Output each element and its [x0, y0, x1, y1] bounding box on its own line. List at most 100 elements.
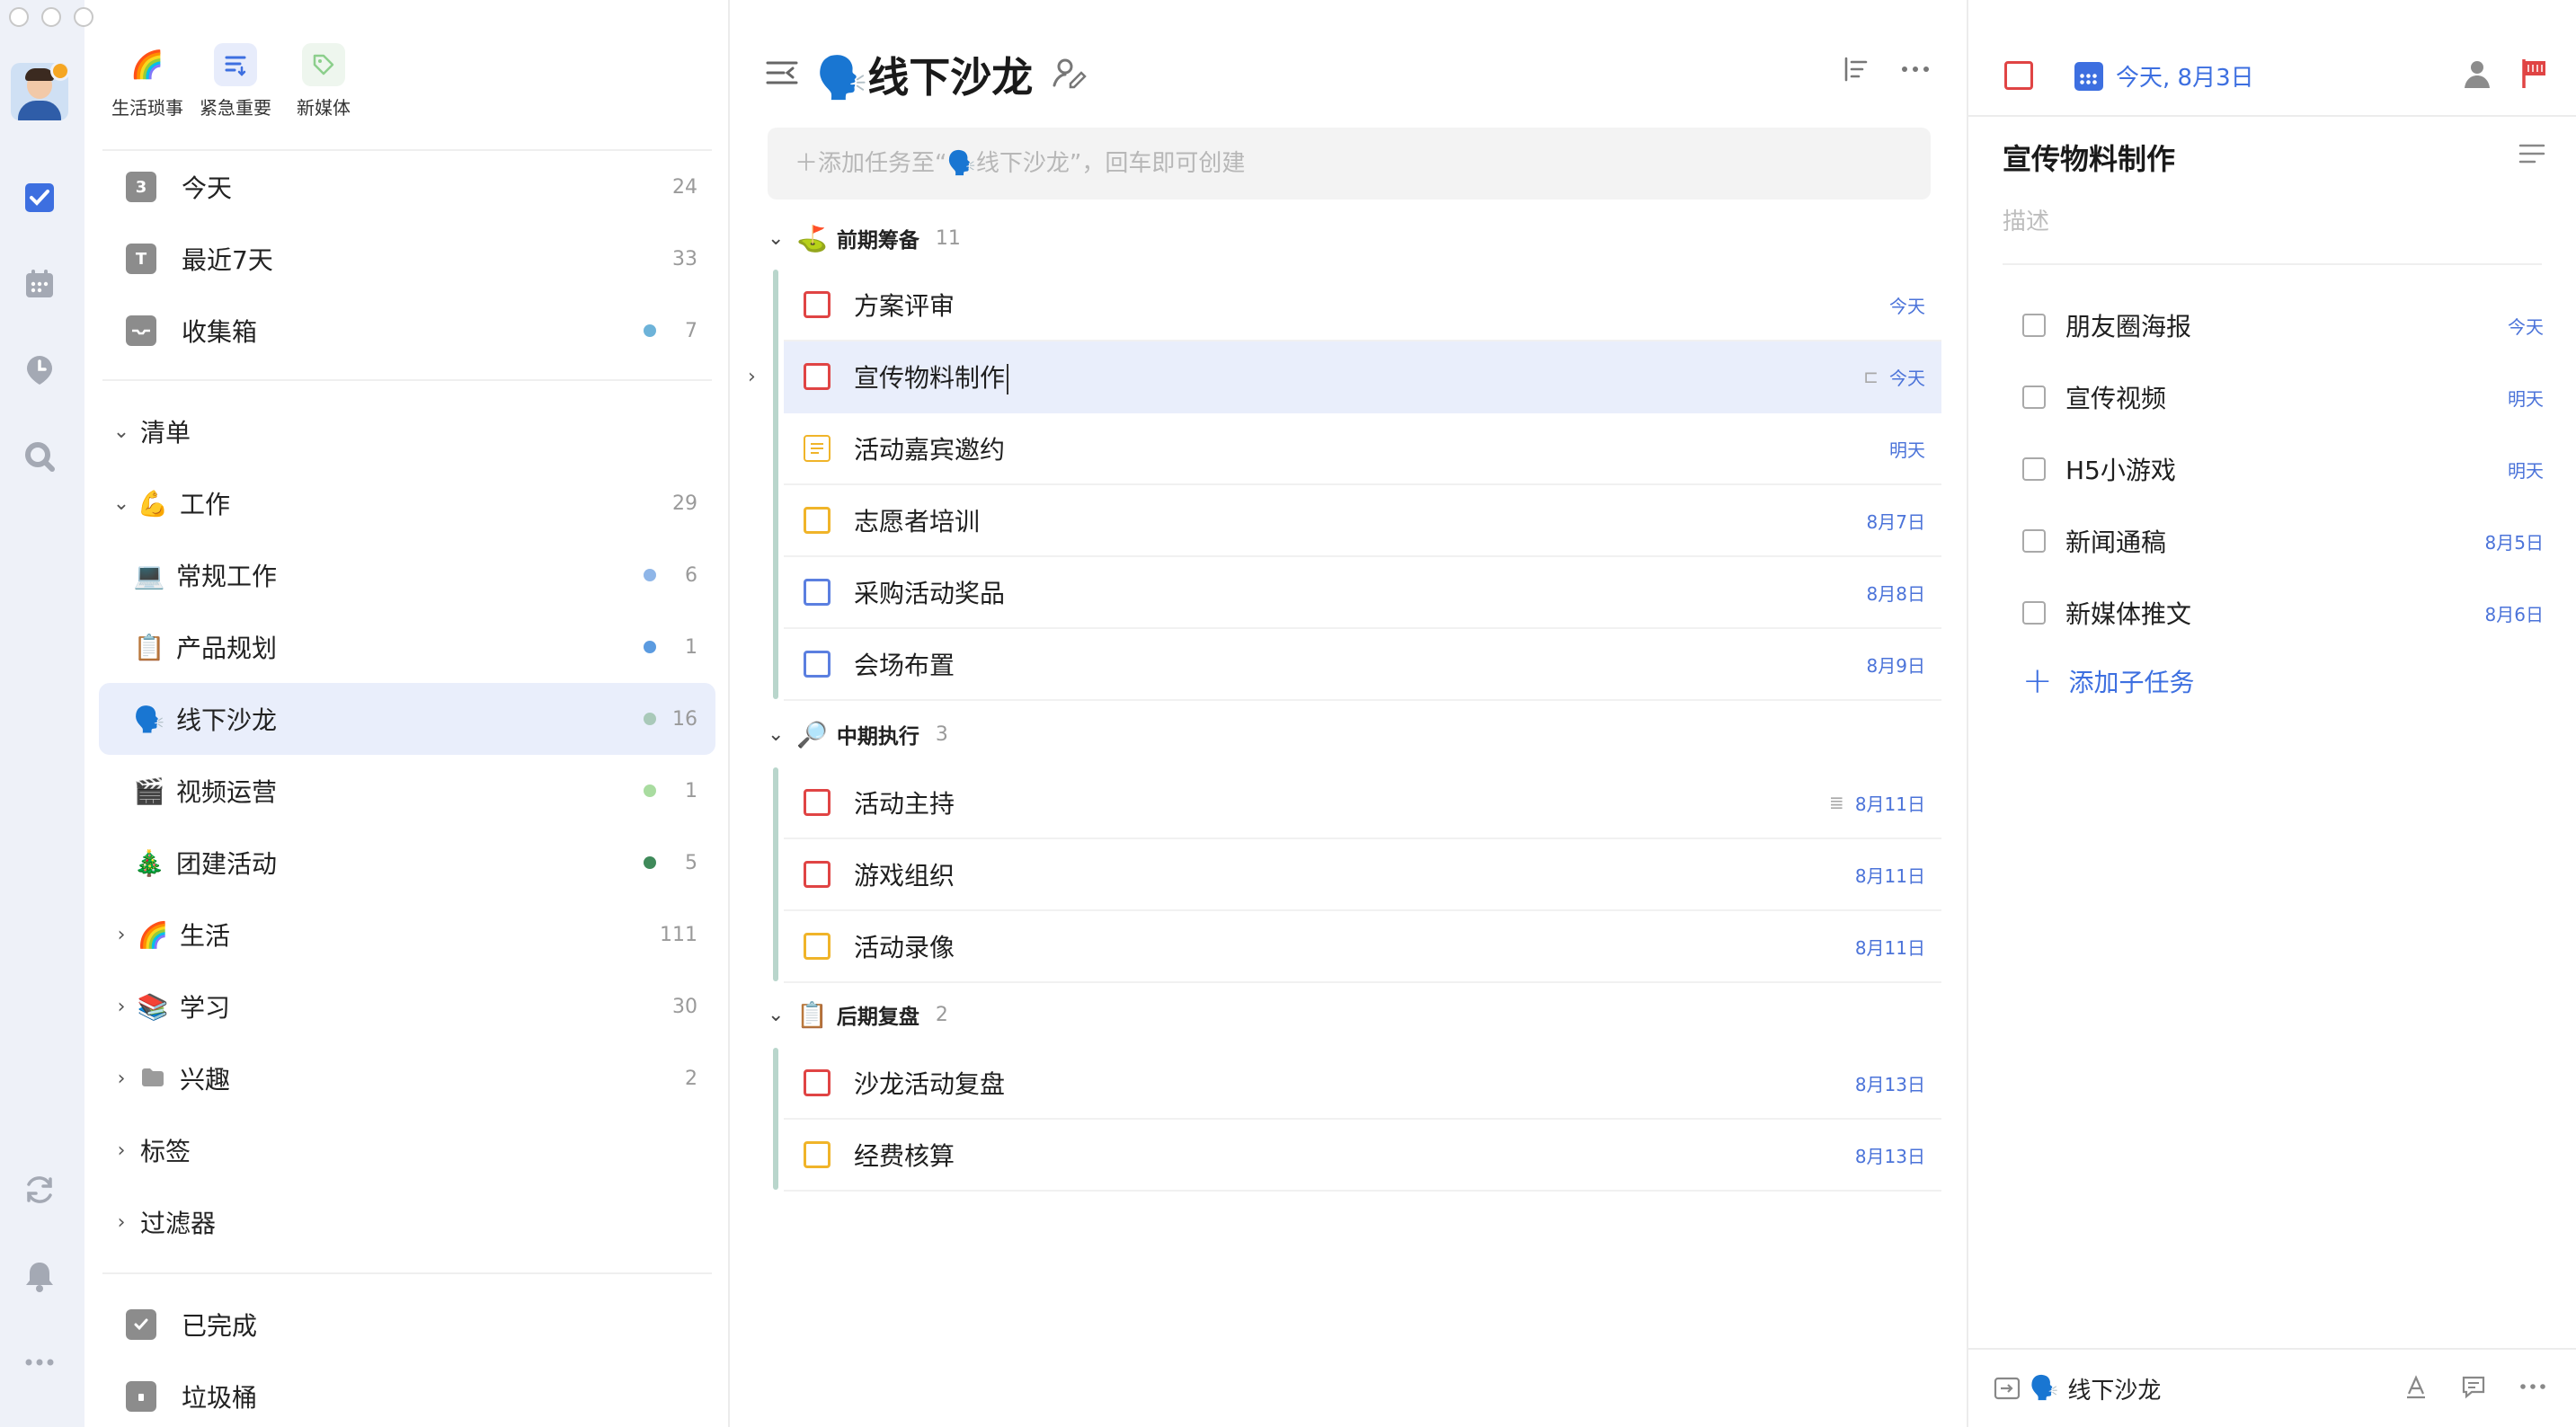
task-row[interactable]: 活动嘉宾邀约 明天	[784, 413, 1941, 485]
quick-filter-urgent[interactable]: 紧急重要	[200, 43, 271, 120]
task-view-button[interactable]	[18, 176, 61, 219]
sidebar-item-completed[interactable]: 已完成	[99, 1289, 715, 1361]
due-date-picker[interactable]: 今天, 8月3日	[2074, 59, 2254, 93]
folder-label: 工作	[180, 490, 231, 519]
task-row[interactable]: 方案评审 今天	[784, 270, 1941, 341]
task-row[interactable]: 采购活动奖品 8月8日	[784, 557, 1941, 629]
sidebar-item-today[interactable]: 3 今天 24	[99, 151, 715, 223]
chevron-down-icon: ⌄	[768, 1003, 785, 1026]
sort-button[interactable]	[1843, 56, 1870, 86]
add-subtask-button[interactable]: + 添加子任务	[2022, 663, 2195, 699]
detail-more-button[interactable]	[2518, 1374, 2547, 1403]
due-date-text: 今天, 8月3日	[2116, 65, 2254, 92]
task-row[interactable]: 志愿者培训 8月7日	[784, 485, 1941, 557]
sidebar-toggle-button[interactable]	[766, 59, 798, 90]
subtask-title: 新闻通稿	[2065, 527, 2167, 557]
add-task-input[interactable]	[768, 128, 1931, 199]
priority-button[interactable]	[2520, 58, 2549, 93]
subtask-row[interactable]: H5小游戏 明天	[2003, 433, 2549, 505]
pomodoro-button[interactable]	[18, 349, 61, 392]
task-row[interactable]: 会场布置 8月9日	[784, 629, 1941, 701]
subtask-row[interactable]: 宣传视频 明天	[2003, 361, 2549, 433]
sidebar-item-video-ops[interactable]: 🎬 视频运营 1	[99, 755, 715, 827]
subtask-checkbox[interactable]	[2022, 314, 2046, 337]
task-checkbox[interactable]	[804, 789, 831, 816]
list-toolbar	[1843, 56, 1931, 86]
section-header[interactable]: ⌄ 🔎 中期执行 3	[768, 712, 948, 757]
task-checkbox[interactable]	[804, 1069, 831, 1096]
tags-section[interactable]: › 标签	[99, 1114, 715, 1186]
close-window-button[interactable]	[9, 7, 29, 27]
lists-header[interactable]: ⌄ 清单	[99, 395, 715, 467]
detail-footer: 🗣️ 线下沙龙	[1968, 1348, 2576, 1427]
task-checkbox[interactable]	[804, 291, 831, 318]
subtask-row[interactable]: 新闻通稿 8月5日	[2003, 505, 2549, 577]
sidebar-item-offline-salon[interactable]: 🗣️ 线下沙龙 16	[99, 683, 715, 755]
sidebar-item-count: 5	[685, 851, 697, 874]
sidebar-item-inbox[interactable]: 收集箱 7	[99, 295, 715, 367]
assignee-button[interactable]	[2461, 58, 2493, 93]
task-title: 活动嘉宾邀约	[854, 435, 1006, 465]
subtask-checkbox[interactable]	[2022, 601, 2046, 625]
task-row[interactable]: 游戏组织 8月11日	[784, 839, 1941, 911]
sidebar-item-count: 7	[685, 319, 697, 342]
notifications-button[interactable]	[18, 1254, 61, 1298]
task-checkbox[interactable]	[804, 1141, 831, 1168]
task-row[interactable]: 沙龙活动复盘 8月13日	[784, 1048, 1941, 1120]
subtask-checkbox[interactable]	[2022, 386, 2046, 409]
task-row[interactable]: 活动录像 8月11日	[784, 911, 1941, 983]
share-list-button[interactable]	[1051, 55, 1088, 94]
task-checkbox[interactable]	[804, 579, 831, 606]
subtask-row[interactable]: 新媒体推文 8月6日	[2003, 577, 2549, 649]
task-checkbox[interactable]	[804, 507, 831, 534]
description-field[interactable]: 描述	[2003, 203, 2542, 265]
avatar[interactable]	[11, 63, 68, 120]
move-to-list-button[interactable]: 🗣️ 线下沙龙	[1994, 1372, 2403, 1405]
quick-filters: 🌈 生活琐事 紧急重要 新媒体	[111, 43, 360, 120]
note-checkbox-icon[interactable]	[804, 435, 831, 462]
subtask-checkbox[interactable]	[2022, 457, 2046, 481]
comment-button[interactable]	[2461, 1374, 2486, 1403]
task-row[interactable]: 经费核算 8月13日	[784, 1120, 1941, 1192]
folder-hobby[interactable]: › 兴趣 2	[99, 1042, 715, 1114]
detail-task-title[interactable]: 宣传物料制作	[2003, 137, 2175, 178]
sync-button[interactable]	[18, 1168, 61, 1211]
section-color-bar	[773, 767, 778, 981]
sidebar-item-next7days[interactable]: T 最近7天 33	[99, 223, 715, 295]
quick-filter-media[interactable]: 新媒体	[288, 43, 360, 120]
more-button[interactable]	[18, 1341, 61, 1384]
folder-work[interactable]: ⌄ 💪 工作 29	[99, 467, 715, 539]
text-format-button[interactable]	[2403, 1374, 2429, 1403]
search-button[interactable]	[18, 435, 61, 478]
task-checkbox[interactable]	[804, 933, 831, 960]
sidebar-item-team-building[interactable]: 🎄 团建活动 5	[99, 827, 715, 899]
filters-section[interactable]: › 过滤器	[99, 1186, 715, 1258]
task-row-selected[interactable]: › 宣传物料制作 ⊏ 今天	[748, 341, 1941, 413]
subtask-row[interactable]: 朋友圈海报 今天	[2003, 289, 2549, 361]
calendar-view-button[interactable]	[18, 262, 61, 306]
task-title-editor[interactable]: 宣传物料制作	[854, 359, 1863, 394]
page-title: 🗣️线下沙龙	[816, 45, 1033, 104]
sidebar-item-product-planning[interactable]: 📋 产品规划 1	[99, 611, 715, 683]
task-checkbox[interactable]	[804, 651, 831, 678]
sidebar-item-routine-work[interactable]: 💻 常规工作 6	[99, 539, 715, 611]
chevron-right-icon[interactable]: ›	[748, 366, 756, 388]
folder-study[interactable]: › 📚 学习 30	[99, 971, 715, 1042]
task-checkbox[interactable]	[804, 363, 831, 390]
quick-filter-life[interactable]: 🌈 生活琐事	[111, 43, 183, 120]
speaking-head-icon: 🗣️	[816, 53, 868, 102]
section-header[interactable]: ⌄ ⛳ 前期筹备 11	[768, 216, 961, 261]
task-due-date: 8月13日	[1854, 1073, 1925, 1095]
more-options-button[interactable]	[1900, 56, 1931, 86]
minimize-window-button[interactable]	[41, 7, 61, 27]
folder-life[interactable]: › 🌈 生活 111	[99, 899, 715, 971]
task-row[interactable]: 活动主持 ≣ 8月11日	[784, 767, 1941, 839]
sidebar-item-trash[interactable]: 垃圾桶	[99, 1361, 715, 1427]
subtask-checkbox[interactable]	[2022, 529, 2046, 553]
task-checkbox[interactable]	[804, 861, 831, 888]
folder-icon	[137, 1064, 169, 1094]
detail-task-checkbox[interactable]	[2004, 61, 2033, 90]
detail-menu-button[interactable]	[2518, 142, 2545, 169]
zoom-window-button[interactable]	[74, 7, 93, 27]
section-header[interactable]: ⌄ 📋 后期复盘 2	[768, 992, 948, 1037]
